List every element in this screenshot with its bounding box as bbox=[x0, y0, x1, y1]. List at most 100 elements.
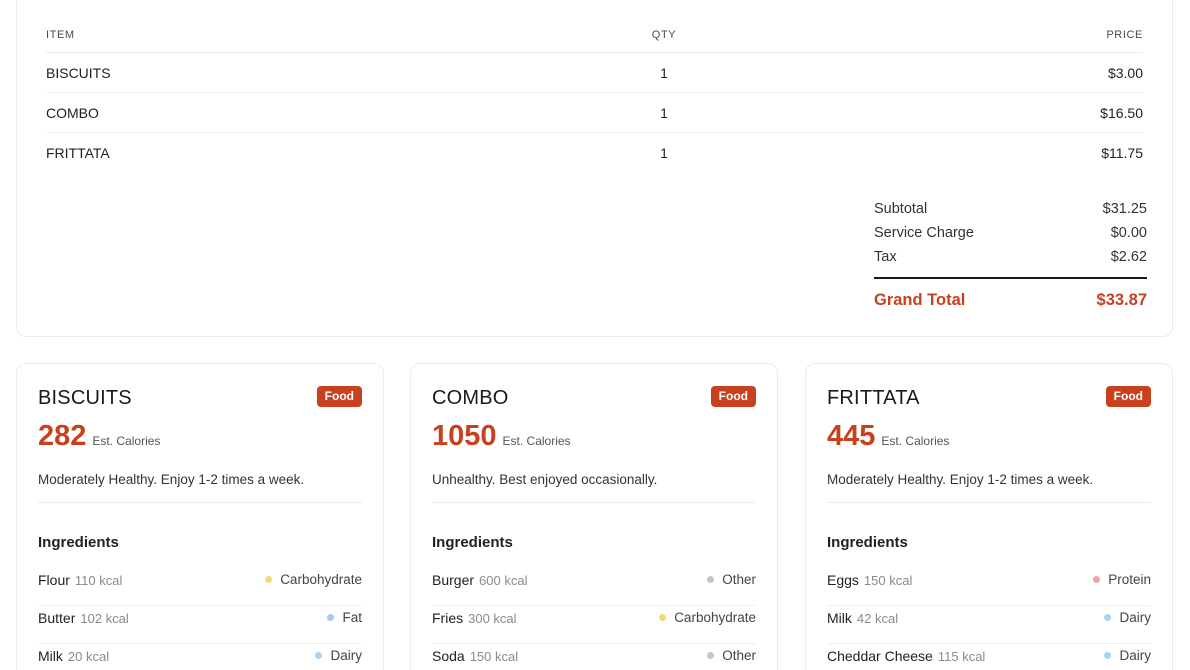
ingredient-name: Flour 110 kcal bbox=[38, 572, 123, 588]
subtotal-line: Subtotal $31.25 bbox=[874, 199, 1147, 223]
calorie-unit: Est. Calories bbox=[502, 434, 571, 448]
ingredient-name: Eggs 150 kcal bbox=[827, 572, 913, 588]
header-price: PRICE bbox=[1106, 29, 1143, 41]
calorie-block: 1050 Est. Calories bbox=[432, 420, 571, 453]
row-item-qty: 1 bbox=[660, 145, 668, 161]
grand-total-label: Grand Total bbox=[874, 291, 966, 309]
divider bbox=[827, 502, 1151, 503]
category-badge: Food bbox=[1105, 386, 1151, 407]
ingredient-category: Carbohydrate bbox=[265, 572, 362, 587]
ingredient-category: Carbohydrate bbox=[659, 610, 756, 625]
health-note: Moderately Healthy. Enjoy 1-2 times a we… bbox=[38, 472, 305, 487]
grand-total-value: $33.87 bbox=[1096, 291, 1147, 309]
service-charge-line: Service Charge $0.00 bbox=[874, 223, 1147, 247]
subtotal-value: $31.25 bbox=[1102, 201, 1147, 217]
ingredient-category: Other bbox=[707, 572, 756, 587]
ingredient-name: Milk 20 kcal bbox=[38, 648, 110, 664]
header-item: ITEM bbox=[46, 29, 75, 41]
list-item: Butter 102 kcal Fat bbox=[38, 606, 362, 644]
ingredient-category: Dairy bbox=[1104, 648, 1151, 663]
ingredient-name: Milk 42 kcal bbox=[827, 610, 899, 626]
ingredient-kcal: 110 kcal bbox=[74, 573, 123, 588]
category-dot-icon bbox=[1093, 576, 1101, 583]
category-dot-icon bbox=[1104, 652, 1112, 659]
row-item-name: COMBO bbox=[46, 105, 99, 121]
health-note: Moderately Healthy. Enjoy 1-2 times a we… bbox=[827, 472, 1094, 487]
row-item-price: $11.75 bbox=[1101, 145, 1143, 161]
category-dot-icon bbox=[707, 576, 715, 583]
category-dot-icon bbox=[1104, 614, 1112, 621]
ingredient-kcal: 150 kcal bbox=[469, 649, 519, 664]
table-row: BISCUITS 1 $3.00 bbox=[46, 53, 1143, 93]
list-item: Burger 600 kcal Other bbox=[432, 568, 756, 606]
row-item-qty: 1 bbox=[660, 105, 668, 121]
ingredient-category: Dairy bbox=[1104, 610, 1151, 625]
calorie-count: 282 bbox=[38, 420, 87, 452]
ingredient-name: Fries 300 kcal bbox=[432, 610, 517, 626]
ingredients-title: Ingredients bbox=[432, 534, 513, 551]
list-item: Cheddar Cheese 115 kcal Dairy bbox=[827, 644, 1151, 670]
ingredient-kcal: 115 kcal bbox=[937, 649, 986, 664]
row-item-name: BISCUITS bbox=[46, 65, 111, 81]
food-card-combo: COMBO Food 1050 Est. Calories Unhealthy.… bbox=[410, 363, 778, 670]
row-item-price: $3.00 bbox=[1107, 65, 1143, 81]
ingredient-kcal: 102 kcal bbox=[80, 611, 129, 626]
service-charge-value: $0.00 bbox=[1110, 225, 1147, 241]
calorie-count: 445 bbox=[827, 420, 876, 452]
list-item: Flour 110 kcal Carbohydrate bbox=[38, 568, 362, 606]
list-item: Eggs 150 kcal Protein bbox=[827, 568, 1151, 606]
grand-total-line: Grand Total $33.87 bbox=[874, 279, 1147, 313]
ingredient-category: Fat bbox=[327, 610, 362, 625]
table-row: COMBO 1 $16.50 bbox=[46, 93, 1143, 133]
row-item-name: FRITTATA bbox=[46, 145, 110, 161]
tax-label: Tax bbox=[874, 249, 897, 265]
divider bbox=[432, 502, 756, 503]
list-item: Milk 42 kcal Dairy bbox=[827, 606, 1151, 644]
list-item: Milk 20 kcal Dairy bbox=[38, 644, 362, 670]
calorie-unit: Est. Calories bbox=[92, 434, 161, 448]
category-badge: Food bbox=[316, 386, 362, 407]
ingredient-category: Protein bbox=[1093, 572, 1151, 587]
category-dot-icon bbox=[659, 614, 667, 621]
category-dot-icon bbox=[265, 576, 273, 583]
list-item: Soda 150 kcal Other bbox=[432, 644, 756, 670]
food-card-frittata: FRITTATA Food 445 Est. Calories Moderate… bbox=[805, 363, 1173, 670]
receipt-card: ITEM QTY PRICE BISCUITS 1 $3.00 COMBO 1 … bbox=[16, 0, 1173, 337]
ingredient-kcal: 20 kcal bbox=[67, 649, 110, 664]
category-dot-icon bbox=[327, 614, 335, 621]
tax-line: Tax $2.62 bbox=[874, 247, 1147, 271]
ingredient-kcal: 42 kcal bbox=[856, 611, 899, 626]
table-row: FRITTATA 1 $11.75 bbox=[46, 133, 1143, 173]
ingredients-title: Ingredients bbox=[38, 534, 119, 551]
card-title: FRITTATA bbox=[827, 387, 920, 409]
service-charge-label: Service Charge bbox=[874, 225, 974, 241]
card-title: BISCUITS bbox=[38, 387, 132, 409]
divider bbox=[38, 502, 362, 503]
ingredient-kcal: 300 kcal bbox=[468, 611, 517, 626]
row-item-price: $16.50 bbox=[1100, 105, 1143, 121]
tax-value: $2.62 bbox=[1110, 249, 1147, 265]
ingredient-name: Butter 102 kcal bbox=[38, 610, 129, 626]
row-item-qty: 1 bbox=[660, 65, 668, 81]
ingredient-kcal: 600 kcal bbox=[479, 573, 528, 588]
receipt-table-header: ITEM QTY PRICE bbox=[46, 17, 1143, 53]
card-title: COMBO bbox=[432, 387, 509, 409]
category-badge: Food bbox=[710, 386, 756, 407]
calorie-count: 1050 bbox=[432, 420, 497, 452]
subtotal-label: Subtotal bbox=[874, 201, 928, 217]
totals-block: Subtotal $31.25 Service Charge $0.00 Tax… bbox=[874, 199, 1147, 313]
list-item: Fries 300 kcal Carbohydrate bbox=[432, 606, 756, 644]
category-dot-icon bbox=[707, 652, 715, 659]
ingredient-category: Other bbox=[707, 648, 756, 663]
calorie-unit: Est. Calories bbox=[881, 434, 950, 448]
health-note: Unhealthy. Best enjoyed occasionally. bbox=[432, 472, 658, 487]
header-qty: QTY bbox=[651, 29, 677, 41]
ingredient-name: Cheddar Cheese 115 kcal bbox=[827, 648, 986, 664]
ingredient-kcal: 150 kcal bbox=[863, 573, 913, 588]
calorie-block: 282 Est. Calories bbox=[38, 420, 160, 453]
ingredient-name: Burger 600 kcal bbox=[432, 572, 528, 588]
ingredient-category: Dairy bbox=[315, 648, 362, 663]
calorie-block: 445 Est. Calories bbox=[827, 420, 949, 453]
food-card-biscuits: BISCUITS Food 282 Est. Calories Moderate… bbox=[16, 363, 384, 670]
ingredient-name: Soda 150 kcal bbox=[432, 648, 519, 664]
